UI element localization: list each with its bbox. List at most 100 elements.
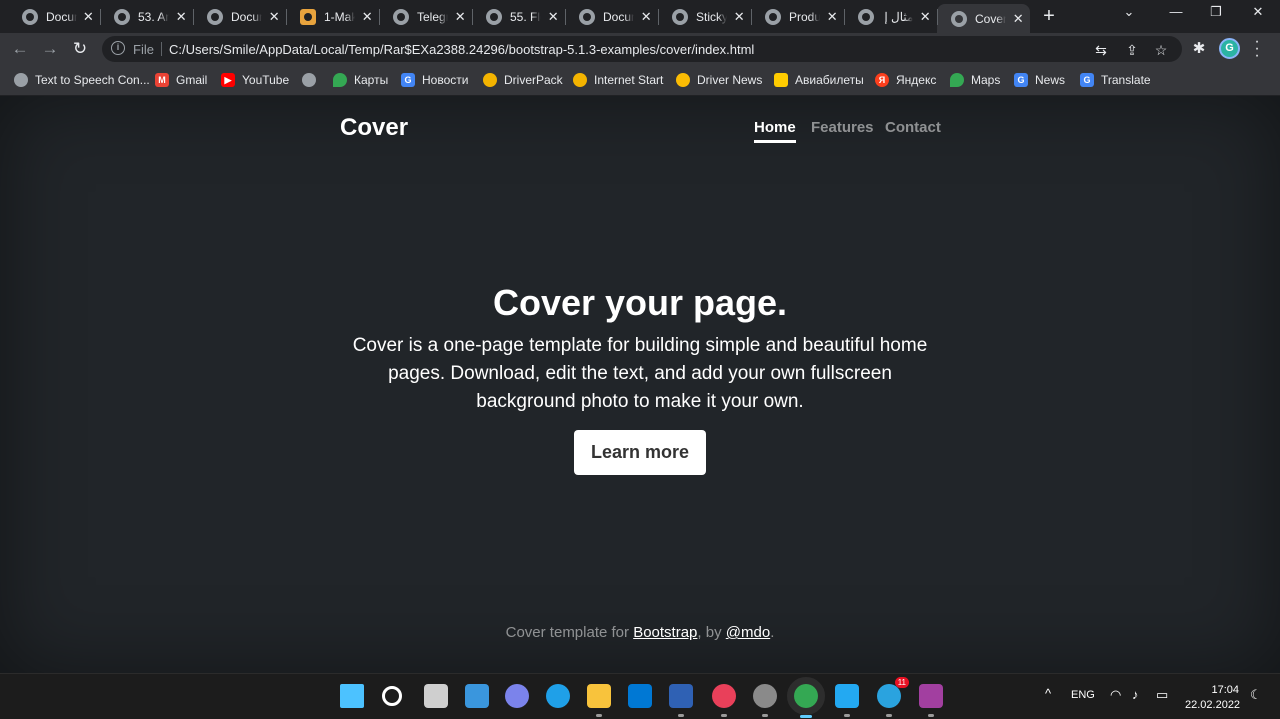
close-icon[interactable]: ✕ (361, 9, 373, 25)
footer-prefix: Cover template for (505, 624, 634, 641)
reload-icon[interactable]: ↻ (70, 39, 90, 59)
forward-arrow-icon[interactable]: → (40, 39, 60, 59)
nav-home-link[interactable]: Home (754, 119, 796, 143)
close-window-icon[interactable]: ✕ (1248, 4, 1268, 20)
address-bar[interactable]: i File C:/Users/Smile/AppData/Local/Temp… (102, 36, 1182, 62)
yandex-icon: Я (875, 73, 889, 87)
notification-badge: 11 (894, 677, 909, 688)
tab-title: Produ (789, 9, 821, 24)
tab-3[interactable]: 1-Mak ✕ (286, 4, 379, 29)
translate-icon[interactable]: ⇆ (1092, 42, 1110, 59)
tab-search-icon[interactable]: ⌄ (1119, 4, 1139, 20)
tab-8[interactable]: Produ ✕ (751, 4, 844, 29)
winrar-icon[interactable] (919, 684, 943, 717)
globe-icon (393, 8, 409, 25)
language-indicator[interactable]: ENG (1071, 689, 1095, 701)
share-icon[interactable]: ⇪ (1123, 42, 1141, 59)
bookmark-news[interactable]: G News (1014, 71, 1065, 89)
bookmark-novosti[interactable]: G Новости (401, 71, 468, 89)
bootstrap-link[interactable]: Bootstrap (633, 624, 697, 641)
chrome-icon[interactable] (787, 677, 825, 718)
notification-icon[interactable]: ☾ (1250, 687, 1262, 703)
bookmark-internet-start[interactable]: Internet Start (573, 71, 663, 89)
battery-icon[interactable]: ▭ (1156, 687, 1168, 703)
teams-chat-icon[interactable] (505, 684, 529, 708)
screen-recorder-icon[interactable] (712, 684, 736, 717)
close-icon[interactable]: ✕ (175, 9, 187, 25)
globe-icon (114, 8, 130, 25)
maps-pin-icon (950, 73, 964, 87)
tab-0[interactable]: Docum ✕ (8, 4, 100, 29)
bookmark-karty[interactable]: Карты (333, 71, 388, 89)
back-arrow-icon[interactable]: ← (10, 39, 30, 59)
clock-time: 17:04 (1211, 684, 1239, 696)
bookmark-driverpack[interactable]: DriverPack (483, 71, 563, 89)
more-menu-icon[interactable]: · · · (1252, 34, 1262, 64)
bookmark-translate[interactable]: G Translate (1080, 71, 1151, 89)
close-icon[interactable]: ✕ (454, 9, 466, 25)
nav-contact-link[interactable]: Contact (885, 119, 941, 136)
extensions-puzzle-icon[interactable]: ✱ (1189, 39, 1209, 57)
bookmark-gmail[interactable]: M Gmail (155, 71, 207, 89)
clock[interactable]: 17:04 22.02.2022 (1185, 683, 1240, 713)
tab-10-active[interactable]: Cover ✕ (937, 4, 1030, 33)
widgets-icon[interactable] (465, 684, 489, 708)
restore-icon[interactable]: ❐ (1206, 4, 1226, 20)
tab-9[interactable]: مثال إ ✕ (844, 4, 937, 29)
store-icon[interactable] (628, 684, 652, 708)
start-icon[interactable] (340, 684, 364, 708)
bookmark-yandex[interactable]: Я Яндекс (875, 71, 936, 89)
tab-6[interactable]: Docum ✕ (565, 4, 658, 29)
globe-icon (765, 8, 781, 25)
search-icon[interactable] (382, 686, 402, 706)
close-icon[interactable]: ✕ (733, 9, 745, 25)
maps-pin-icon (333, 73, 347, 87)
close-icon[interactable]: ✕ (826, 9, 838, 25)
close-icon[interactable]: ✕ (83, 9, 94, 25)
profile-avatar[interactable]: G (1219, 38, 1240, 59)
driverpack-icon (483, 73, 497, 87)
bookmark-text-to-speech[interactable]: Text to Speech Con... (14, 71, 150, 89)
bookmark-youtube[interactable]: ▶ YouTube (221, 71, 289, 89)
close-icon[interactable]: ✕ (268, 9, 280, 25)
bookmark-maps[interactable]: Maps (950, 71, 1000, 89)
tab-5[interactable]: 55. Fle ✕ (472, 4, 565, 29)
tab-7[interactable]: Sticky ✕ (658, 4, 751, 29)
tab-4[interactable]: Telegr ✕ (379, 4, 472, 29)
tab-title: Telegr (417, 9, 449, 24)
close-icon[interactable]: ✕ (547, 9, 559, 25)
learn-more-button[interactable]: Learn more (574, 430, 706, 475)
close-icon[interactable]: ✕ (640, 9, 652, 25)
volume-icon[interactable]: ♪ (1132, 687, 1139, 702)
bookmark-star-icon[interactable]: ☆ (1152, 42, 1170, 59)
hero-title: Cover your page. (492, 282, 788, 323)
minimize-icon[interactable]: — (1166, 4, 1186, 19)
file-explorer-icon[interactable] (587, 684, 611, 717)
bookmark-driver-news[interactable]: Driver News (676, 71, 762, 89)
url-text[interactable]: C:/Users/Smile/AppData/Local/Temp/Rar$EX… (169, 42, 754, 57)
edge-icon[interactable] (546, 684, 570, 708)
virtualbox-icon[interactable] (669, 684, 693, 717)
wifi-icon[interactable]: ◠ (1110, 687, 1121, 703)
globe-icon (486, 8, 502, 25)
app-icon (300, 8, 316, 25)
globe-icon (951, 10, 967, 27)
tab-1[interactable]: 53. An ✕ (100, 4, 193, 29)
chevron-up-icon[interactable]: ^ (1045, 686, 1051, 701)
nav-features-link[interactable]: Features (811, 119, 874, 136)
vscode-icon[interactable] (835, 684, 859, 717)
task-view-icon[interactable] (424, 684, 448, 708)
hero-lead-text: Cover is a one-page template for buildin… (352, 335, 928, 412)
mdo-link[interactable]: @mdo (726, 624, 770, 641)
info-icon[interactable]: i (111, 41, 125, 55)
settings-icon[interactable] (753, 684, 777, 717)
new-tab-button[interactable]: + (1038, 5, 1060, 28)
tab-2[interactable]: Docum ✕ (193, 4, 286, 29)
bookmark-aviabilety[interactable]: Авиабилеты (774, 71, 864, 89)
google-news-icon: G (1014, 73, 1028, 87)
bookmark-globe[interactable] (302, 71, 316, 89)
close-icon[interactable]: ✕ (919, 9, 931, 25)
close-icon[interactable]: ✕ (1012, 11, 1024, 27)
internet-start-icon (573, 73, 587, 87)
telegram-icon[interactable]: 11 (877, 677, 909, 717)
